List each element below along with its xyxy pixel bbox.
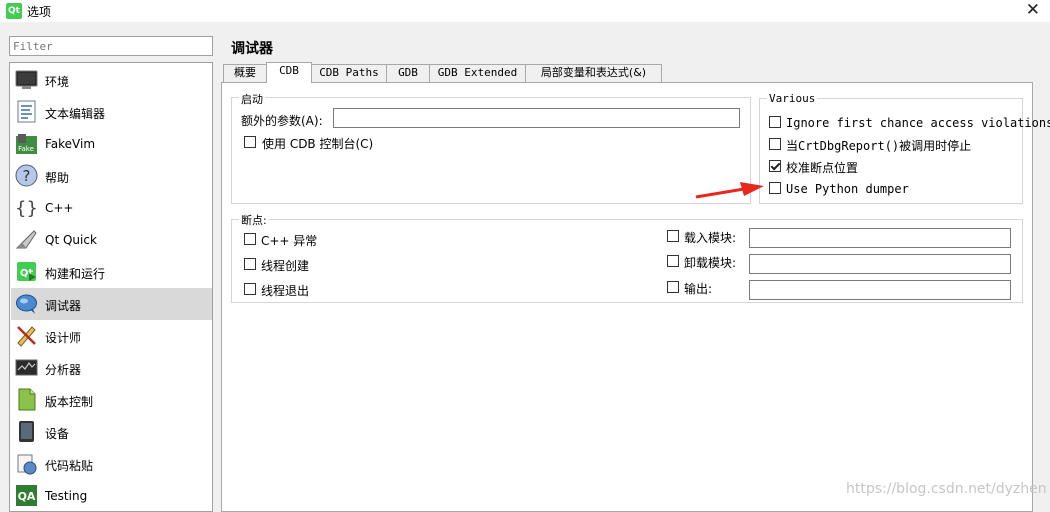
correct-breakpoint-location-checkbox[interactable]: [769, 160, 781, 172]
version-control-icon: [18, 388, 36, 411]
nav-item-label: 调试器: [45, 299, 82, 313]
nav-item-label: 构建和运行: [45, 267, 106, 281]
nav-item-label: 设备: [45, 427, 70, 441]
ignore-first-chance-checkbox[interactable]: [769, 116, 781, 128]
nav-item-label: 帮助: [45, 171, 70, 185]
module-load-label: 载入模块:: [684, 231, 737, 245]
svg-text:Fake: Fake: [18, 145, 34, 153]
window-title: 选项: [27, 5, 52, 19]
tab-panel: 启动 额外的参数(A): 使用 CDB 控制台(C) Various Ignor…: [221, 82, 1050, 512]
output-input[interactable]: [749, 280, 1011, 300]
nav-item-cpp[interactable]: {} C++: [11, 192, 212, 224]
nav-item-code-paste[interactable]: 代码粘贴: [11, 448, 212, 480]
nav-item-device[interactable]: 设备: [11, 416, 212, 448]
device-icon: [19, 421, 34, 442]
svg-text:{}: {}: [15, 198, 38, 219]
tab-cdb-paths[interactable]: CDB Paths: [311, 64, 387, 82]
ignore-first-chance-label: Ignore first chance access violations: [786, 116, 1050, 130]
nav-item-build-run[interactable]: Qt 构建和运行: [11, 256, 212, 288]
page-title: 调试器: [231, 41, 273, 57]
startup-group-title: 启动: [239, 91, 265, 107]
module-load-input[interactable]: [749, 228, 1011, 248]
nav-item-label: 分析器: [45, 363, 82, 377]
nav-item-fakevim[interactable]: Fake FakeVim: [11, 128, 212, 160]
svg-text:?: ?: [23, 167, 31, 185]
tab-gdb-extended[interactable]: GDB Extended: [429, 64, 526, 82]
thread-exit-checkbox[interactable]: [244, 283, 256, 295]
fakevim-icon: Fake: [16, 134, 37, 154]
module-unload-label: 卸载模块:: [684, 256, 737, 270]
nav-item-analyzer[interactable]: 分析器: [11, 352, 212, 384]
output-label: 输出:: [684, 282, 713, 296]
output-checkbox[interactable]: [667, 281, 679, 293]
qt-quick-icon: [15, 230, 37, 249]
extra-args-input[interactable]: [333, 108, 740, 128]
nav-item-debugger[interactable]: 调试器: [11, 288, 212, 320]
cpp-exception-checkbox[interactable]: [244, 233, 256, 245]
break-on-crtdbgreport-checkbox[interactable]: [769, 138, 781, 150]
nav-item-label: 设计师: [45, 331, 82, 345]
use-python-dumper-checkbox[interactable]: [769, 182, 781, 194]
nav-item-label: Testing: [45, 489, 88, 503]
nav-item-qt-quick[interactable]: Qt Quick: [11, 224, 212, 256]
testing-qa-icon: QA: [16, 485, 37, 506]
nav-item-text-editor[interactable]: 文本编辑器: [11, 96, 212, 128]
correct-breakpoint-location-label: 校准断点位置: [786, 161, 859, 175]
nav-item-testing[interactable]: QA Testing: [11, 480, 212, 511]
qt-app-icon: Qt: [6, 3, 22, 19]
break-on-crtdbgreport-label: 当CrtDbgReport()被调用时停止: [786, 139, 972, 153]
extra-args-label: 额外的参数(A):: [241, 114, 323, 128]
debugger-icon: [16, 294, 37, 314]
nav-item-label: Qt Quick: [45, 233, 97, 247]
nav-item-label: 文本编辑器: [45, 107, 106, 121]
tab-cdb[interactable]: CDB: [266, 62, 312, 83]
close-button[interactable]: ✕: [1026, 1, 1040, 19]
use-cdb-console-label: 使用 CDB 控制台(C): [262, 137, 374, 151]
designer-icon: [17, 326, 36, 347]
analyzer-icon: [15, 359, 38, 376]
red-annotation-arrow: [695, 182, 764, 199]
breakpoints-group-title: 断点:: [239, 212, 269, 228]
module-unload-input[interactable]: [749, 254, 1011, 274]
nav-item-label: 环境: [45, 75, 70, 89]
help-icon: ?: [15, 164, 38, 187]
build-run-icon: Qt: [17, 262, 36, 281]
filter-input[interactable]: [9, 36, 213, 56]
cpp-exception-label: C++ 异常: [261, 234, 318, 248]
nav-item-label: 代码粘贴: [45, 459, 94, 473]
thread-creation-checkbox[interactable]: [244, 258, 256, 270]
tab-overview[interactable]: 概要: [223, 64, 267, 82]
nav-item-label: FakeVim: [45, 137, 96, 151]
use-python-dumper-label: Use Python dumper: [786, 182, 909, 196]
environment-monitor-icon: [15, 70, 38, 89]
nav-item-version-control[interactable]: 版本控制: [11, 384, 212, 416]
use-cdb-console-checkbox[interactable]: [244, 136, 256, 148]
tab-gdb[interactable]: GDB: [386, 64, 430, 82]
cpp-braces-icon: {}: [15, 198, 38, 219]
svg-text:QA: QA: [18, 490, 36, 503]
module-unload-checkbox[interactable]: [667, 255, 679, 267]
various-group-title: Various: [767, 92, 818, 105]
watermark-text: https://blog.csdn.net/dyzhen: [846, 481, 1047, 497]
tab-locals-expressions[interactable]: 局部变量和表达式(&): [525, 64, 662, 82]
nav-item-designer[interactable]: 设计师: [11, 320, 212, 352]
text-editor-icon: [17, 100, 36, 123]
nav-item-label: C++: [45, 201, 74, 215]
category-list: 环境 文本编辑器 Fake FakeVim ? 帮助 {} C++ Qt Qui…: [9, 62, 213, 512]
title-bar: Qt 选项 ✕: [0, 0, 1050, 22]
thread-creation-label: 线程创建: [261, 259, 310, 273]
nav-item-environment[interactable]: 环境: [11, 64, 212, 96]
nav-item-help[interactable]: ? 帮助: [11, 160, 212, 192]
code-paste-icon: [17, 454, 37, 475]
module-load-checkbox[interactable]: [667, 230, 679, 242]
thread-exit-label: 线程退出: [261, 284, 310, 298]
nav-item-label: 版本控制: [45, 395, 94, 409]
